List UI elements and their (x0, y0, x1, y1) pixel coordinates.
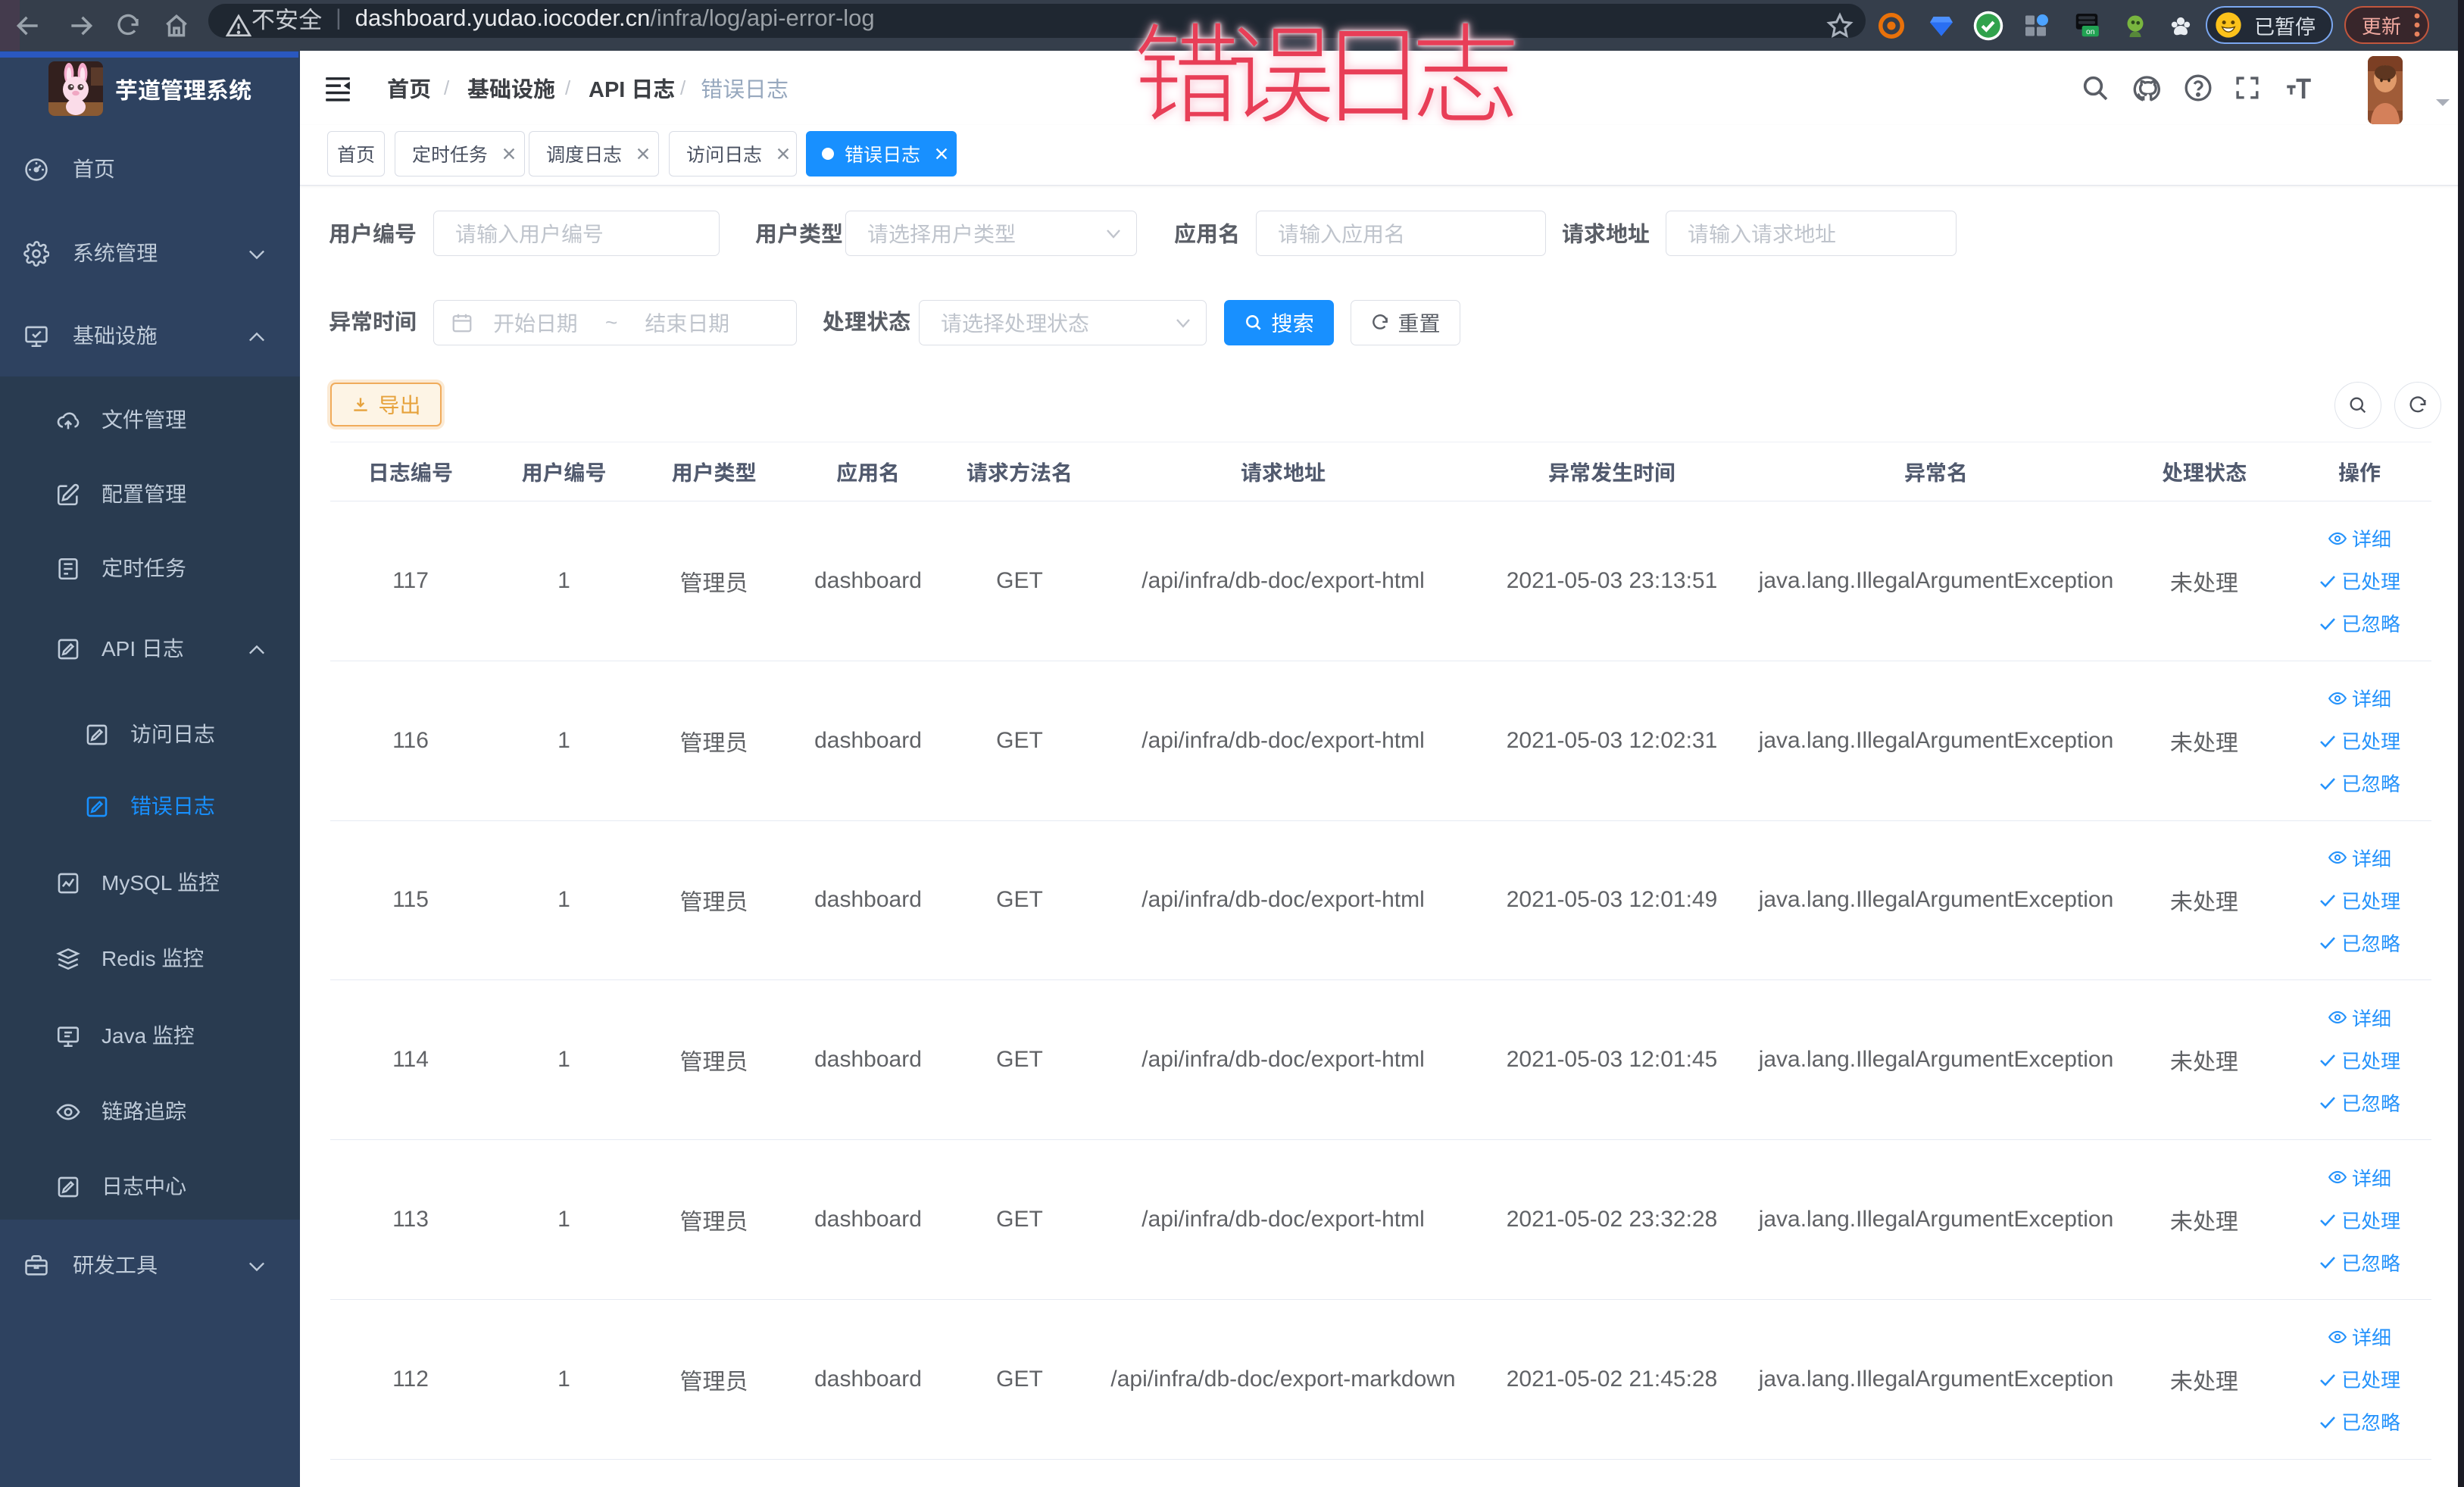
svg-text:on: on (2086, 28, 2095, 36)
